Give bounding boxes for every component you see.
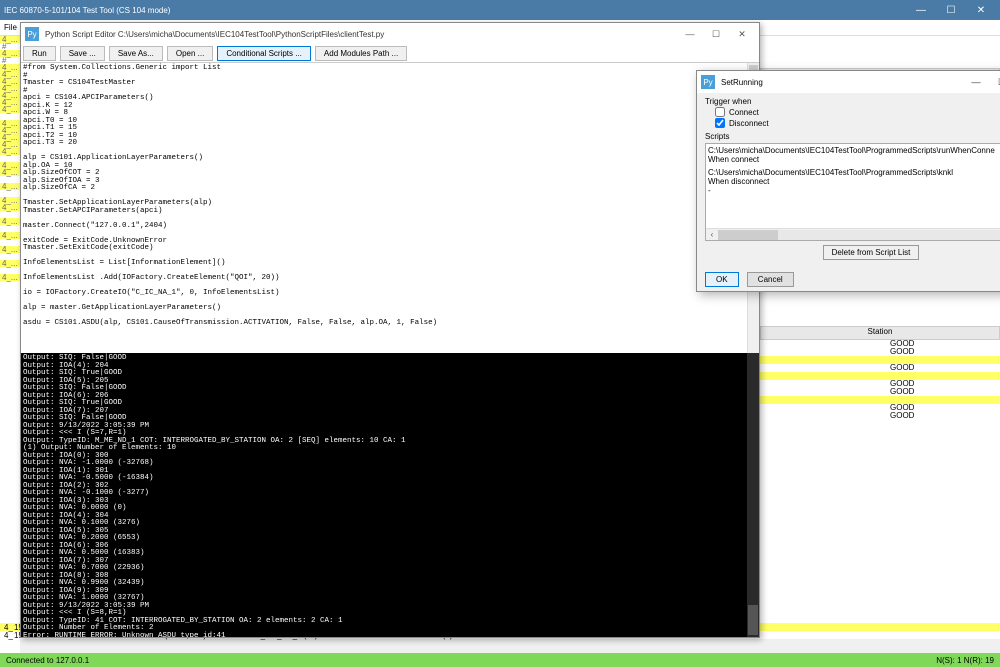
station-row[interactable] (760, 356, 1000, 364)
dialog-buttons: OK Cancel (697, 268, 1000, 291)
connect-checkbox-row[interactable]: Connect (715, 107, 1000, 117)
scripts-listbox[interactable]: C:\Users\micha\Documents\IEC104TestTool\… (705, 143, 1000, 241)
status-connection: Connected to 127.0.0.1 (6, 656, 936, 665)
station-row[interactable]: GOOD (760, 380, 1000, 388)
status-counters: N(S): 1 N(R): 19 (936, 656, 994, 665)
script-close-button[interactable]: ✕ (729, 24, 755, 44)
script-entry[interactable]: C:\Users\micha\Documents\IEC104TestTool\… (708, 168, 1000, 177)
scripts-label: Scripts (705, 132, 1000, 141)
dialog-icon: Py (701, 75, 715, 89)
script-editor-window: Py Python Script Editor C:\Users\micha\D… (20, 22, 760, 638)
menu-file[interactable]: File (4, 23, 17, 32)
dialog-title: SetRunning (721, 78, 963, 87)
station-row[interactable] (760, 372, 1000, 380)
script-minimize-button[interactable]: — (677, 24, 703, 44)
hscroll-thumb[interactable] (718, 230, 778, 240)
delete-script-button[interactable]: Delete from Script List (823, 245, 920, 260)
statusbar: Connected to 127.0.0.1 N(S): 1 N(R): 19 (0, 653, 1000, 667)
scriptlist-hscroll[interactable]: ‹ › (706, 228, 1000, 240)
disconnect-label: Disconnect (729, 119, 769, 128)
script-entry: - (708, 186, 1000, 195)
dialog-minimize-button[interactable]: — (963, 72, 989, 92)
dialog-titlebar: Py SetRunning — ☐ ✕ (697, 71, 1000, 93)
saveas-button[interactable]: Save As... (109, 46, 163, 61)
main-titlebar: IEC 60870-5-101/104 Test Tool (CS 104 mo… (0, 0, 1000, 20)
open-button[interactable]: Open ... (167, 46, 213, 61)
dialog-body: Trigger when Connect Disconnect Scripts … (697, 93, 1000, 268)
script-entry-when: When connect (708, 155, 1000, 164)
close-button[interactable]: ✕ (966, 0, 996, 20)
script-editor-title: Python Script Editor C:\Users\micha\Docu… (45, 30, 677, 39)
add-modules-path-button[interactable]: Add Modules Path ... (315, 46, 407, 61)
minimize-button[interactable]: — (906, 0, 936, 20)
disconnect-checkbox[interactable] (715, 118, 725, 128)
dialog-maximize-button[interactable]: ☐ (989, 72, 1000, 92)
output-console[interactable]: Output: SIQ: False|GOOD Output: IOA(4): … (21, 353, 759, 637)
station-row[interactable]: GOOD (760, 364, 1000, 372)
scroll-left-icon[interactable]: ‹ (706, 229, 718, 241)
conditional-scripts-button[interactable]: Conditional Scripts ... (217, 46, 311, 61)
script-entry[interactable]: C:\Users\micha\Documents\IEC104TestTool\… (708, 146, 1000, 155)
script-toolbar: Run Save ... Save As... Open ... Conditi… (21, 45, 759, 63)
code-editor[interactable]: #from System.Collections.Generic import … (21, 63, 759, 353)
connect-checkbox[interactable] (715, 107, 725, 117)
script-editor-titlebar: Py Python Script Editor C:\Users\micha\D… (21, 23, 759, 45)
station-row[interactable]: GOOD (760, 412, 1000, 420)
station-row[interactable] (760, 396, 1000, 404)
cancel-button[interactable]: Cancel (747, 272, 794, 287)
ok-button[interactable]: OK (705, 272, 739, 287)
maximize-button[interactable]: ☐ (936, 0, 966, 20)
trigger-label: Trigger when (705, 97, 1000, 106)
script-entry-when: When disconnect (708, 177, 1000, 186)
station-row[interactable]: GOOD (760, 388, 1000, 396)
station-row[interactable]: GOOD (760, 340, 1000, 348)
app-icon: Py (25, 27, 39, 41)
setrunning-dialog: Py SetRunning — ☐ ✕ Trigger when Connect… (696, 70, 1000, 292)
connect-label: Connect (729, 108, 759, 117)
script-maximize-button[interactable]: ☐ (703, 24, 729, 44)
main-title: IEC 60870-5-101/104 Test Tool (CS 104 mo… (4, 6, 906, 15)
station-row[interactable]: GOOD (760, 404, 1000, 412)
save-button[interactable]: Save ... (60, 46, 105, 61)
console-scrollbar[interactable] (747, 353, 759, 637)
station-row[interactable]: GOOD (760, 348, 1000, 356)
station-header: Station (760, 326, 1000, 340)
disconnect-checkbox-row[interactable]: Disconnect (715, 118, 1000, 128)
line-gutter: 4_...#4_...# 4_...4_...4_...4_... 4_...4… (0, 36, 20, 653)
run-button[interactable]: Run (23, 46, 56, 61)
